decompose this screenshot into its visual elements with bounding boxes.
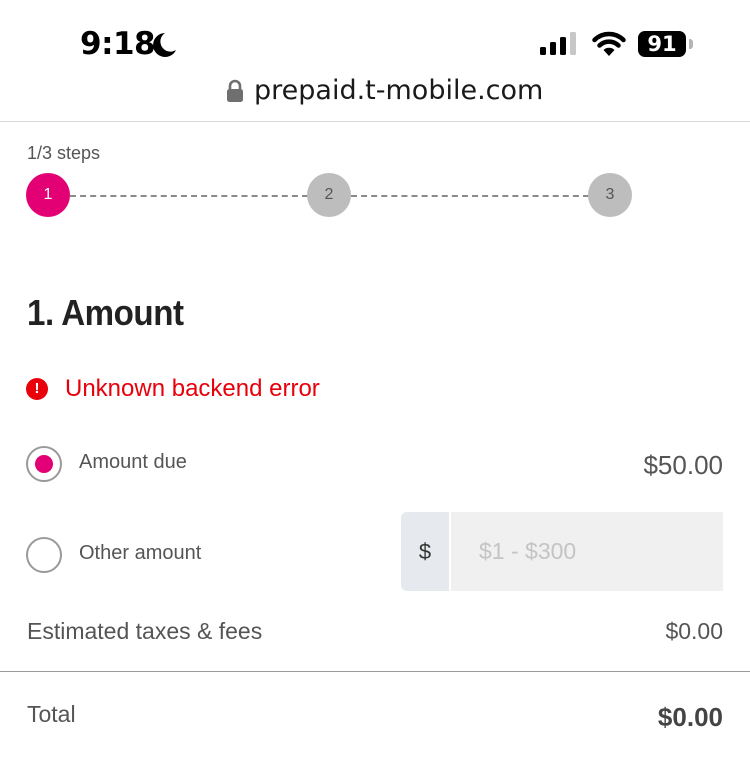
amount-due-value: $50.00	[643, 450, 723, 480]
amount-due-radio[interactable]	[26, 446, 62, 482]
url-bar[interactable]: prepaid.t-mobile.com	[0, 70, 750, 122]
other-amount-label[interactable]: Other amount	[79, 542, 201, 565]
taxes-value: $0.00	[665, 618, 723, 644]
error-text: Unknown backend error	[65, 375, 320, 402]
cellular-signal-icon	[540, 32, 576, 55]
divider	[0, 671, 750, 672]
url-text[interactable]: prepaid.t-mobile.com	[254, 74, 543, 108]
step-connector	[351, 195, 589, 197]
exclamation-circle-icon: !	[26, 378, 48, 400]
moon-icon	[153, 33, 176, 57]
currency-prefix: $	[401, 512, 451, 591]
status-bar: 9:18 91	[0, 0, 750, 70]
amount-due-label[interactable]: Amount due	[79, 451, 187, 474]
battery-tip	[689, 39, 693, 49]
step-3: 3	[588, 173, 632, 217]
step-1: 1	[26, 173, 70, 217]
taxes-label: Estimated taxes & fees	[27, 618, 263, 644]
total-value: $0.00	[657, 702, 723, 732]
step-connector	[70, 195, 308, 197]
wifi-icon	[592, 31, 626, 56]
other-amount-input[interactable]	[453, 512, 723, 591]
battery-level: 91	[647, 32, 677, 56]
total-label: Total	[27, 701, 76, 727]
other-amount-field[interactable]: $	[401, 512, 723, 591]
status-time: 9:18	[80, 26, 156, 62]
section-title: 1. Amount	[27, 292, 184, 333]
lock-icon	[227, 79, 243, 102]
battery-icon: 91	[638, 31, 694, 57]
step-2: 2	[307, 173, 351, 217]
steps-label: 1/3 steps	[27, 143, 101, 163]
other-amount-radio[interactable]	[26, 537, 62, 573]
